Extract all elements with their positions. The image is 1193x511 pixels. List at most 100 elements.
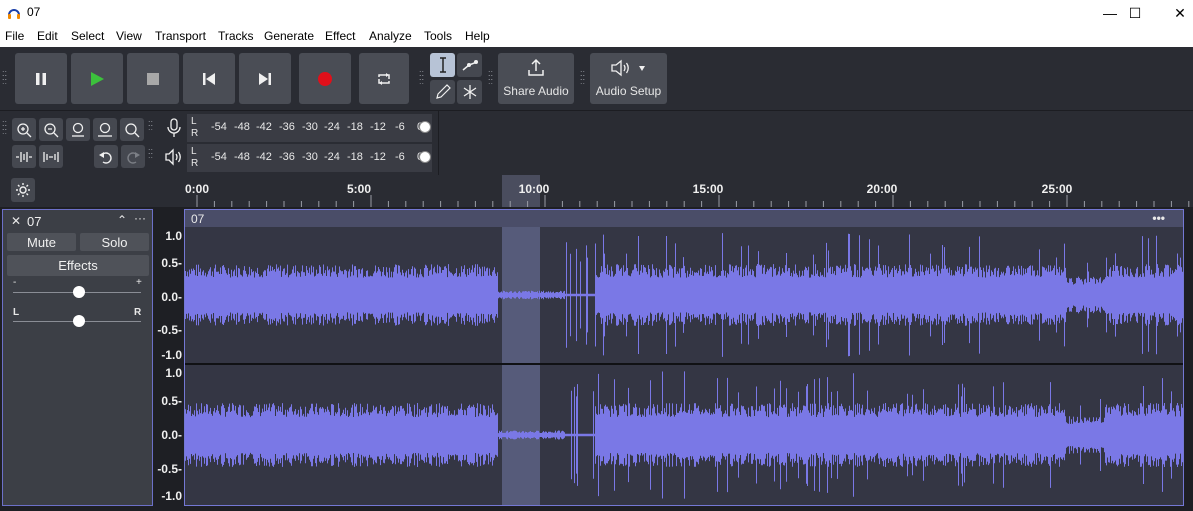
playback-meter[interactable]: L R -54 -48 -42 -36 -30 -24 -18 -12 -6 0 — [187, 144, 432, 172]
skip-to-end-button[interactable] — [239, 53, 291, 104]
edit-grip-icon[interactable]: :::::: — [2, 119, 8, 136]
menu-edit[interactable]: Edit — [37, 29, 58, 43]
amp-label: -1.0 — [161, 489, 182, 503]
menu-effect[interactable]: Effect — [325, 29, 355, 43]
menu-generate[interactable]: Generate — [264, 29, 314, 43]
record-icon — [318, 71, 332, 86]
fit-selection-icon — [72, 122, 84, 137]
redo-button[interactable] — [121, 145, 145, 168]
title-bar: 07 — ☐ ✕ — [0, 0, 1193, 26]
record-meter[interactable]: L R -54 -48 -42 -36 -30 -24 -18 -12 -6 0 — [187, 114, 432, 142]
speaker-icon[interactable] — [164, 148, 184, 166]
fit-project-button[interactable] — [93, 118, 117, 141]
solo-button[interactable]: Solo — [80, 233, 149, 251]
close-button[interactable]: ✕ — [1157, 0, 1193, 26]
zoom-in-button[interactable] — [12, 118, 36, 141]
pan-left-label: L — [13, 307, 20, 318]
envelope-tool-button[interactable] — [457, 53, 482, 77]
silence-button[interactable] — [39, 145, 63, 168]
menu-help[interactable]: Help — [465, 29, 490, 43]
upload-icon — [528, 58, 544, 76]
timeline-ruler[interactable]: 0:00 5:00 10:00 15:00 20:00 25:00 — [0, 175, 1193, 207]
skip-to-end-icon — [259, 72, 271, 85]
playback-meter-tick: -48 — [234, 151, 250, 163]
record-button[interactable] — [299, 53, 351, 104]
effects-button[interactable]: Effects — [7, 255, 149, 276]
gain-plus-label: + — [136, 277, 142, 288]
timeline-settings-button[interactable] — [11, 178, 35, 202]
clip-header[interactable]: 07 ••• — [185, 210, 1183, 227]
menu-tracks[interactable]: Tracks — [218, 29, 254, 43]
envelope-icon — [462, 60, 478, 71]
playback-meter-tick: -36 — [279, 151, 295, 163]
maximize-button[interactable]: ☐ — [1112, 0, 1158, 26]
gain-slider-knob[interactable] — [73, 286, 85, 298]
record-level-slider[interactable] — [419, 121, 431, 133]
menu-view[interactable]: View — [116, 29, 142, 43]
pan-slider-knob[interactable] — [73, 315, 85, 327]
trim-button[interactable] — [12, 145, 36, 168]
track-name[interactable]: 07 — [27, 214, 41, 229]
fit-selection-button[interactable] — [66, 118, 90, 141]
clip-menu-icon[interactable]: ••• — [1152, 211, 1165, 225]
play-icon — [91, 71, 104, 86]
silence-icon — [43, 151, 59, 162]
maximize-icon: ☐ — [1128, 4, 1142, 21]
transport-grip-icon[interactable]: :::::: — [2, 69, 8, 86]
record-meter-tick: -48 — [234, 121, 250, 133]
asterisk-icon — [463, 85, 476, 99]
menu-bar: File Edit Select View Transport Tracks G… — [0, 26, 1193, 47]
pan-right-label: R — [134, 307, 142, 318]
toolbar-area: :::::: :::::: :::::: Share Audio :::::: — [0, 47, 1193, 175]
skip-to-start-button[interactable] — [183, 53, 235, 104]
playback-meter-grip-icon[interactable]: :::: — [148, 147, 154, 160]
pause-icon — [36, 72, 46, 85]
i-beam-icon — [439, 57, 446, 73]
share-audio-button[interactable]: Share Audio — [498, 53, 574, 104]
playback-meter-tick: -24 — [324, 151, 340, 163]
menu-analyze[interactable]: Analyze — [369, 29, 412, 43]
amp-label: 1.0 — [165, 366, 182, 380]
loop-button[interactable] — [359, 53, 409, 104]
menu-tools[interactable]: Tools — [424, 29, 452, 43]
playback-level-slider[interactable] — [419, 151, 431, 163]
multi-tool-button[interactable] — [457, 80, 482, 104]
record-meter-tick: -30 — [302, 121, 318, 133]
menu-select[interactable]: Select — [71, 29, 104, 43]
audio-setup-label: Audio Setup — [595, 84, 662, 98]
play-button[interactable] — [71, 53, 123, 104]
record-meter-grip-icon[interactable]: :::: — [148, 119, 154, 132]
pause-button[interactable] — [15, 53, 67, 104]
stop-button[interactable] — [127, 53, 179, 104]
undo-button[interactable] — [94, 145, 118, 168]
zoom-toggle-button[interactable] — [120, 118, 144, 141]
zoom-out-button[interactable] — [39, 118, 63, 141]
fit-project-icon — [98, 122, 112, 137]
audio-setup-grip-icon[interactable]: :::::: — [580, 69, 586, 86]
microphone-icon[interactable] — [166, 118, 182, 138]
draw-tool-button[interactable] — [430, 80, 455, 104]
waveform — [185, 233, 1183, 499]
redo-icon — [127, 151, 140, 164]
speaker-icon — [611, 59, 629, 77]
audio-setup-button[interactable]: Audio Setup — [590, 53, 667, 104]
collapse-track-icon[interactable]: ⌃ — [117, 213, 127, 227]
playback-meter-tick: -6 — [395, 151, 405, 163]
menu-file[interactable]: File — [5, 29, 24, 43]
track-menu-icon[interactable]: ··· — [134, 211, 146, 225]
menu-transport[interactable]: Transport — [155, 29, 206, 43]
timeline-label: 20:00 — [866, 182, 898, 196]
timeline-label: 15:00 — [692, 182, 724, 196]
channel-divider — [185, 363, 1183, 365]
selection-tool-button[interactable] — [430, 53, 455, 77]
pencil-icon — [435, 84, 451, 99]
tools-grip-icon[interactable]: :::::: — [419, 69, 425, 86]
share-grip-icon[interactable]: :::::: — [488, 69, 494, 86]
mute-button[interactable]: Mute — [7, 233, 76, 251]
amp-label: -0.5- — [157, 323, 182, 337]
chevron-down-icon — [639, 66, 645, 71]
share-audio-label: Share Audio — [503, 84, 569, 98]
waveform-path — [185, 233, 1183, 499]
audio-clip[interactable]: 07 ••• — [184, 209, 1184, 506]
close-track-icon[interactable]: ✕ — [11, 214, 21, 228]
